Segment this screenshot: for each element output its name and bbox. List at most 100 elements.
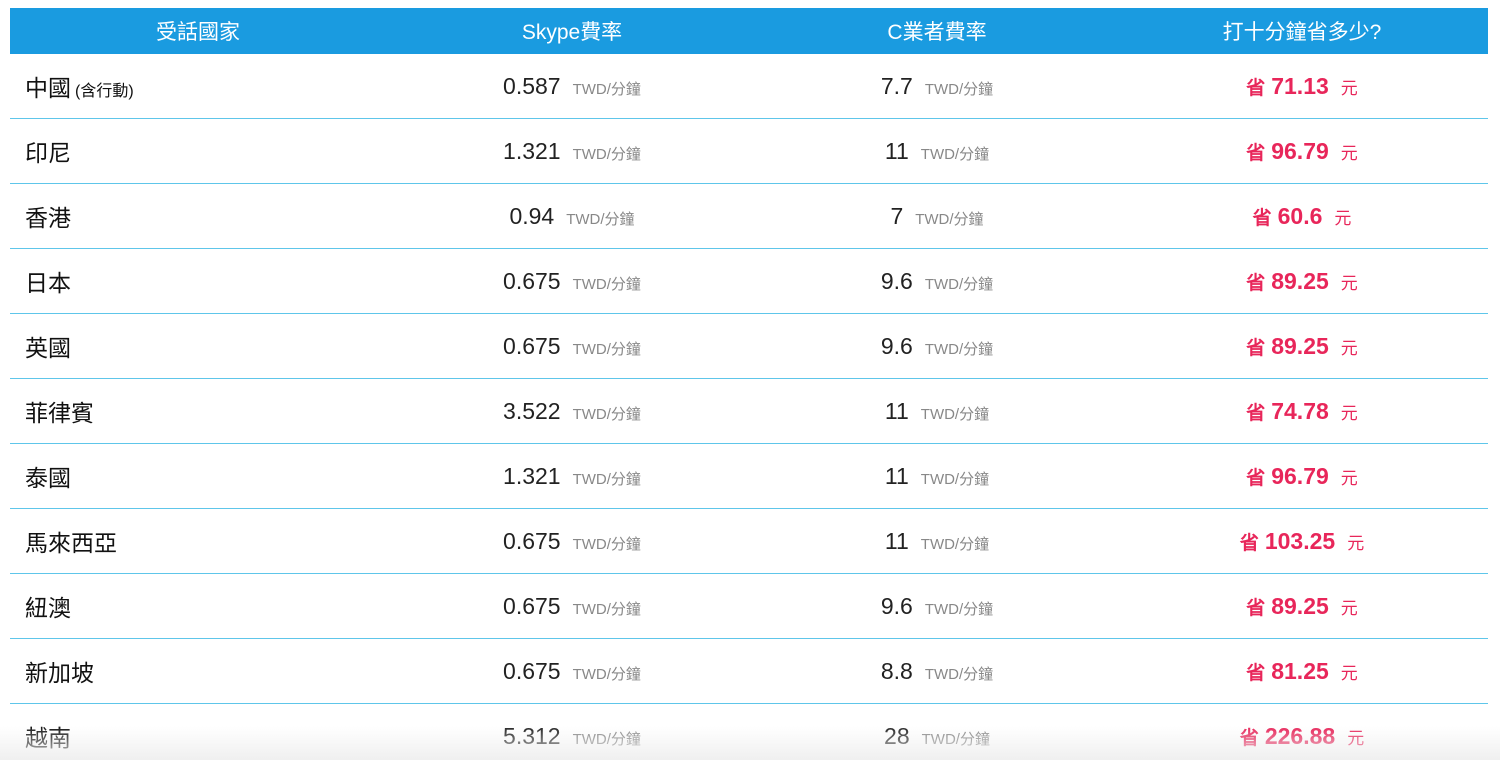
- carrier-rate-unit: TWD/分鐘: [924, 340, 994, 358]
- country-cell: 香港: [10, 199, 386, 233]
- country-cell: 中國 (含行動): [10, 69, 386, 103]
- carrier-rate-cell: 11 TWD/分鐘: [758, 463, 1116, 490]
- skype-rate-unit: TWD/分鐘: [572, 80, 641, 98]
- saving-cell: 省 96.79 元: [1116, 138, 1488, 165]
- carrier-rate-unit: TWD/分鐘: [920, 470, 990, 488]
- skype-rate-cell: 3.522 TWD/分鐘: [386, 398, 758, 425]
- carrier-rate-value: 11: [884, 527, 909, 554]
- country-cell: 印尼: [10, 134, 386, 168]
- carrier-rate-cell: 7.7 TWD/分鐘: [758, 73, 1116, 100]
- saving-suffix: 元: [1334, 208, 1352, 228]
- skype-rate-unit: TWD/分鐘: [572, 470, 641, 488]
- saving-suffix: 元: [1340, 273, 1358, 293]
- saving-prefix: 省: [1246, 597, 1266, 619]
- skype-rate-value: 0.675: [503, 592, 561, 619]
- saving-prefix: 省: [1246, 402, 1266, 424]
- saving-amount: 60.6: [1277, 202, 1323, 229]
- table-row: 新加坡 0.675 TWD/分鐘 8.8 TWD/分鐘 省 81.25 元: [10, 639, 1488, 704]
- saving-amount: 96.79: [1271, 462, 1329, 489]
- saving-prefix: 省: [1246, 272, 1266, 294]
- table-row: 印尼 1.321 TWD/分鐘 11 TWD/分鐘 省 96.79 元: [10, 119, 1488, 184]
- saving-suffix: 元: [1340, 338, 1358, 358]
- country-name: 中國: [25, 75, 71, 101]
- table-row: 菲律賓 3.522 TWD/分鐘 11 TWD/分鐘 省 74.78 元: [10, 379, 1488, 444]
- skype-rate-unit: TWD/分鐘: [572, 145, 641, 163]
- saving-cell: 省 89.25 元: [1116, 333, 1488, 360]
- carrier-rate-value: 9.6: [880, 332, 913, 359]
- skype-rate-cell: 1.321 TWD/分鐘: [386, 463, 758, 490]
- skype-rate-unit: TWD/分鐘: [572, 730, 641, 748]
- table-body: 中國 (含行動) 0.587 TWD/分鐘 7.7 TWD/分鐘省 71.13 元印尼 1.32…: [10, 54, 1488, 760]
- saving-suffix: 元: [1340, 78, 1358, 98]
- skype-rate-unit: TWD/分鐘: [572, 600, 641, 618]
- country-cell: 泰國: [10, 459, 386, 493]
- saving-suffix: 元: [1347, 533, 1365, 553]
- carrier-rate-unit: TWD/分鐘: [924, 665, 994, 683]
- saving-prefix: 省: [1246, 467, 1266, 489]
- skype-rate-value: 0.675: [503, 267, 561, 294]
- saving-amount: 96.79: [1271, 137, 1329, 164]
- saving-amount: 74.78: [1271, 397, 1329, 424]
- skype-rate-unit: TWD/分鐘: [572, 405, 641, 423]
- carrier-rate-value: 8.8: [880, 657, 913, 684]
- skype-rate-value: 1.321: [503, 137, 561, 164]
- header-savings: 打十分鐘省多少?: [1222, 21, 1382, 44]
- skype-rate-cell: 5.312 TWD/分鐘: [386, 723, 758, 750]
- country-cell: 馬來西亞: [10, 524, 386, 558]
- carrier-rate-value: 11: [884, 462, 909, 489]
- country-cell: 紐澳: [10, 589, 386, 623]
- carrier-rate-unit: TWD/分鐘: [924, 275, 994, 293]
- rate-comparison-table: 受話國家 Skype費率 C業者費率 打十分鐘省多少? 中國 (含行動) 0.587…: [10, 8, 1488, 760]
- saving-suffix: 元: [1340, 663, 1358, 683]
- carrier-rate-cell: 11 TWD/分鐘: [758, 528, 1116, 555]
- carrier-rate-cell: 7 TWD/分鐘: [758, 203, 1116, 230]
- saving-amount: 89.25: [1271, 267, 1329, 294]
- saving-prefix: 省: [1239, 727, 1259, 749]
- carrier-rate-cell: 11 TWD/分鐘: [758, 138, 1116, 165]
- table-row: 英國 0.675 TWD/分鐘 9.6 TWD/分鐘 省 89.25 元: [10, 314, 1488, 379]
- skype-rate-unit: TWD/分鐘: [566, 210, 635, 228]
- skype-rate-unit: TWD/分鐘: [572, 275, 641, 293]
- skype-rate-cell: 0.94 TWD/分鐘: [386, 203, 758, 230]
- country-name: 新加坡: [25, 660, 94, 686]
- carrier-rate-unit: TWD/分鐘: [921, 730, 990, 748]
- skype-rate-value: 0.675: [503, 332, 561, 359]
- carrier-rate-unit: TWD/分鐘: [924, 80, 994, 98]
- country-name: 泰國: [25, 465, 71, 491]
- saving-cell: 省 74.78 元: [1116, 398, 1488, 425]
- country-cell: 新加坡: [10, 654, 386, 688]
- carrier-rate-cell: 28 TWD/分鐘: [758, 723, 1116, 750]
- table-row: 紐澳 0.675 TWD/分鐘 9.6 TWD/分鐘 省 89.25 元: [10, 574, 1488, 639]
- saving-cell: 省 81.25 元: [1116, 658, 1488, 685]
- table-row: 馬來西亞 0.675 TWD/分鐘 11 TWD/分鐘 省 103.25 元: [10, 509, 1488, 574]
- skype-rate-value: 1.321: [503, 462, 561, 489]
- carrier-rate-unit: TWD/分鐘: [920, 405, 990, 423]
- table-row: 泰國 1.321 TWD/分鐘 11 TWD/分鐘 省 96.79 元: [10, 444, 1488, 509]
- skype-rate-unit: TWD/分鐘: [572, 340, 641, 358]
- saving-prefix: 省: [1246, 77, 1266, 99]
- carrier-rate-cell: 8.8 TWD/分鐘: [758, 658, 1116, 685]
- saving-prefix: 省: [1246, 337, 1266, 359]
- saving-suffix: 元: [1340, 468, 1358, 488]
- skype-rate-value: 3.522: [503, 397, 561, 424]
- saving-amount: 81.25: [1271, 657, 1329, 684]
- carrier-rate-value: 11: [884, 137, 909, 164]
- table-row: 越南 5.312 TWD/分鐘 28 TWD/分鐘 省 226.88 元: [10, 704, 1488, 760]
- country-cell: 英國: [10, 329, 386, 363]
- saving-prefix: 省: [1252, 207, 1272, 229]
- header-carrier-rate: C業者費率: [887, 21, 987, 44]
- skype-rate-value: 0.587: [503, 72, 561, 99]
- saving-cell: 省 226.88 元: [1116, 723, 1488, 750]
- carrier-rate-unit: TWD/分鐘: [920, 145, 990, 163]
- carrier-rate-unit: TWD/分鐘: [915, 210, 984, 228]
- saving-cell: 省 89.25 元: [1116, 593, 1488, 620]
- saving-suffix: 元: [1340, 598, 1358, 618]
- saving-amount: 103.25: [1264, 527, 1336, 554]
- saving-cell: 省 89.25 元: [1116, 268, 1488, 295]
- table-row: 中國 (含行動) 0.587 TWD/分鐘 7.7 TWD/分鐘 省 71.13 元: [10, 54, 1488, 119]
- saving-suffix: 元: [1340, 403, 1358, 423]
- country-name: 馬來西亞: [25, 530, 117, 556]
- saving-prefix: 省: [1239, 532, 1259, 554]
- skype-rate-value: 0.94: [509, 202, 555, 229]
- country-name: 菲律賓: [25, 400, 94, 426]
